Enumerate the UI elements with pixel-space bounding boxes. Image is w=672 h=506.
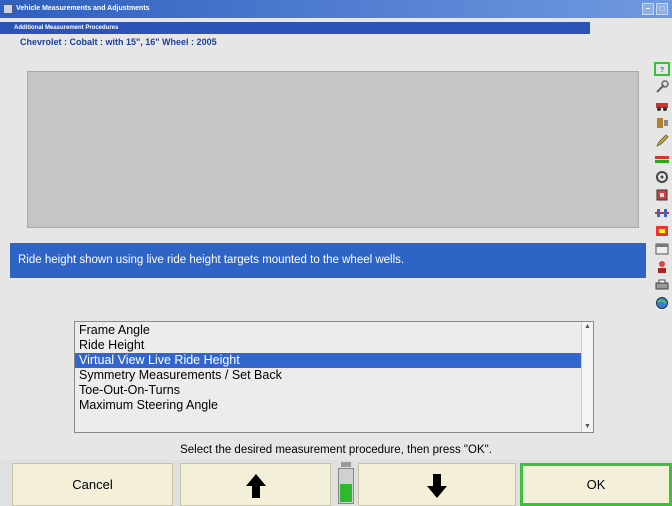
instruction-text: Select the desired measurement procedure… xyxy=(180,444,492,456)
up-arrow-icon xyxy=(245,473,266,498)
alignment-icon[interactable] xyxy=(654,206,670,220)
move-down-button[interactable] xyxy=(358,463,516,506)
app-icon xyxy=(3,4,13,14)
cancel-button[interactable]: Cancel xyxy=(12,463,173,506)
maximize-button[interactable]: □ xyxy=(656,3,668,15)
window-titlebar: Vehicle Measurements and Adjustments – □ xyxy=(0,0,672,18)
list-item-selected[interactable]: Virtual View Live Ride Height xyxy=(75,353,581,368)
sensor-icon[interactable] xyxy=(654,116,670,130)
wheel-icon[interactable] xyxy=(654,170,670,184)
list-scrollbar[interactable]: ▲ ▼ xyxy=(581,322,593,432)
list-item[interactable]: Frame Angle xyxy=(75,323,581,338)
scroll-down-icon[interactable]: ▼ xyxy=(582,422,593,432)
scroll-up-icon[interactable]: ▲ xyxy=(582,322,593,332)
list-item[interactable]: Symmetry Measurements / Set Back xyxy=(75,368,581,383)
measurement-view-panel xyxy=(27,71,639,228)
window-controls: – □ xyxy=(642,3,668,15)
globe-icon[interactable] xyxy=(654,296,670,310)
vehicle-title: Chevrolet : Cobalt : with 15", 16" Wheel… xyxy=(20,37,217,47)
pencil-icon[interactable] xyxy=(654,134,670,148)
move-up-button[interactable] xyxy=(180,463,331,506)
list-item[interactable]: Ride Height xyxy=(75,338,581,353)
calendar-icon[interactable] xyxy=(654,242,670,256)
window-title: Vehicle Measurements and Adjustments xyxy=(16,5,150,12)
minimize-button[interactable]: – xyxy=(642,3,654,15)
ok-button[interactable]: OK xyxy=(520,463,672,506)
section-header: Additional Measurement Procedures xyxy=(0,22,590,34)
wrench-icon[interactable] xyxy=(654,80,670,94)
car-icon[interactable] xyxy=(654,98,670,112)
svg-text:?: ? xyxy=(660,66,664,74)
list-item[interactable]: Toe-Out-On-Turns xyxy=(75,383,581,398)
position-level-fill xyxy=(340,484,352,502)
procedure-description: Ride height shown using live ride height… xyxy=(10,243,646,278)
list-position-indicator xyxy=(336,462,356,506)
target-icon[interactable] xyxy=(654,224,670,238)
person-icon[interactable] xyxy=(654,260,670,274)
list-item[interactable]: Maximum Steering Angle xyxy=(75,398,581,413)
print-icon[interactable] xyxy=(654,278,670,292)
help-icon[interactable]: ? xyxy=(654,62,670,76)
procedure-list[interactable]: Frame Angle Ride Height Virtual View Liv… xyxy=(74,321,594,433)
down-arrow-icon xyxy=(427,473,447,498)
measure-icon[interactable] xyxy=(654,152,670,166)
clamp-icon[interactable] xyxy=(654,188,670,202)
